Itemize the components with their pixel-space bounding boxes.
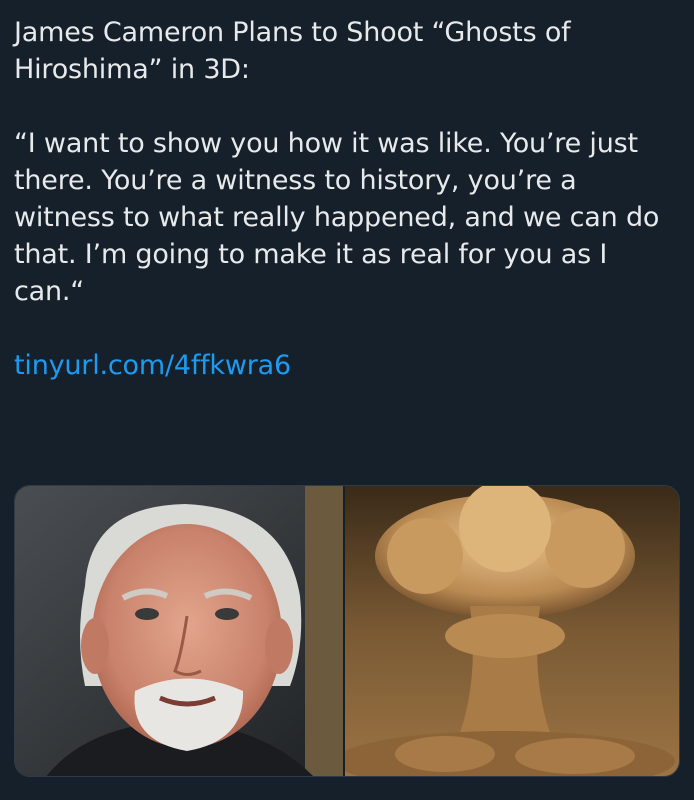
tweet-quote: “I want to show you how it was like. You… (14, 128, 660, 307)
tweet-link[interactable]: tinyurl.com/4ffkwra6 (14, 350, 291, 381)
tweet-headline: James Cameron Plans to Shoot “Ghosts of … (14, 17, 571, 85)
portrait-photo[interactable] (15, 486, 343, 776)
tweet-card: James Cameron Plans to Shoot “Ghosts of … (0, 0, 694, 800)
tweet-text: James Cameron Plans to Shoot “Ghosts of … (14, 14, 682, 384)
media-grid[interactable] (14, 485, 680, 777)
mushroom-cloud-photo[interactable] (343, 486, 679, 776)
